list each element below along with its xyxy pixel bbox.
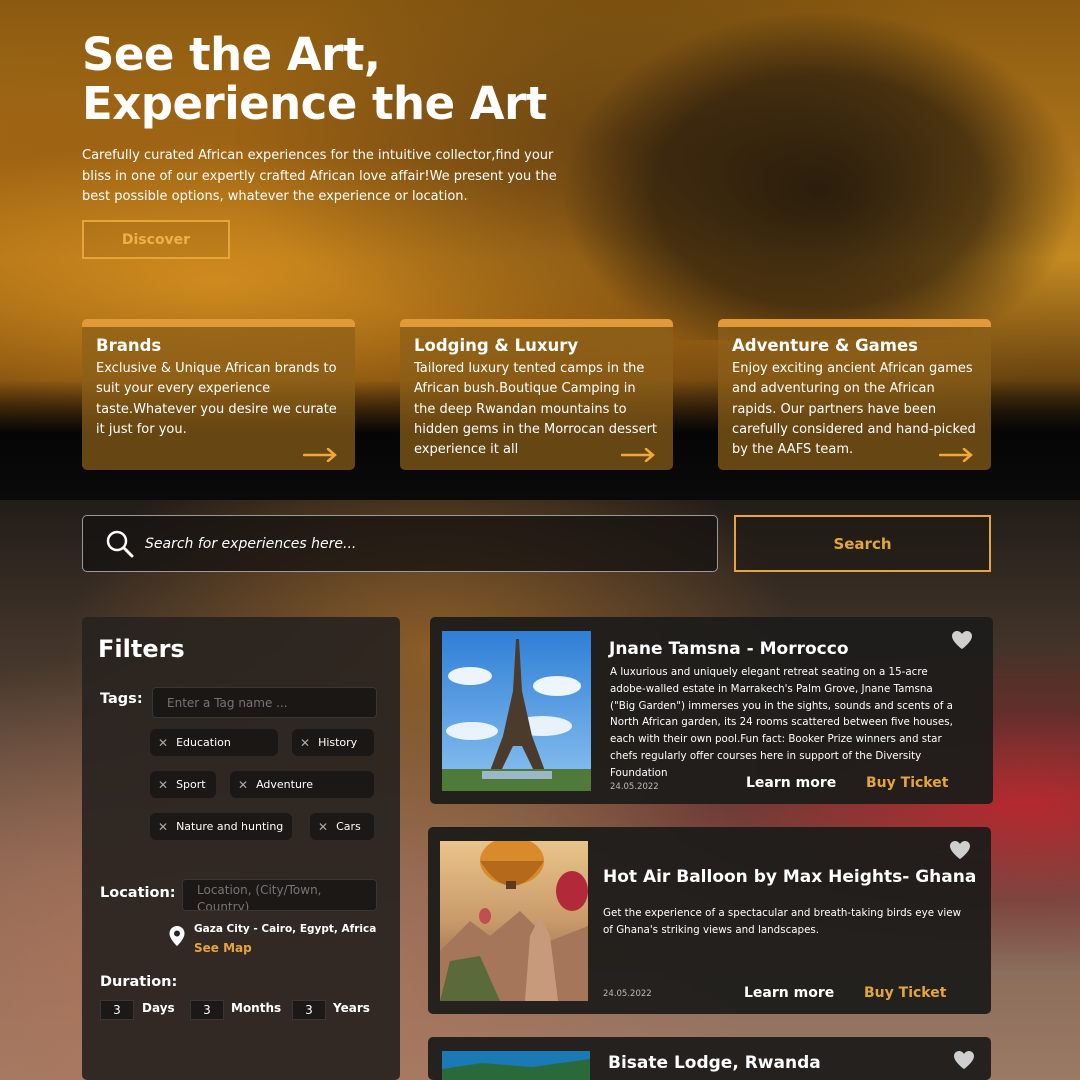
search-button[interactable]: Search bbox=[734, 515, 991, 572]
tag-chip[interactable]: ✕ Cars bbox=[310, 813, 374, 840]
hero-title-line-2: Experience the Art bbox=[82, 77, 547, 130]
current-location: Gaza City - Cairo, Egypt, Africa bbox=[194, 923, 377, 935]
see-map-link[interactable]: See Map bbox=[194, 941, 252, 955]
discover-button[interactable]: Discover bbox=[82, 220, 230, 259]
hero-description: Carefully curated African experiences fo… bbox=[82, 148, 557, 204]
tag-label: Nature and hunting bbox=[176, 820, 284, 833]
card-text: Enjoy exciting ancient African games and… bbox=[732, 361, 976, 458]
card-adventure-games[interactable]: Adventure & Games Enjoy exciting ancient… bbox=[718, 319, 991, 470]
location-pin-icon bbox=[169, 926, 185, 946]
result-description: A luxurious and uniquely elegant retreat… bbox=[610, 666, 953, 779]
buy-ticket-link[interactable]: Buy Ticket bbox=[866, 775, 948, 791]
days-input[interactable]: 3 bbox=[100, 1000, 134, 1020]
tag-input[interactable] bbox=[152, 687, 377, 718]
result-title[interactable]: Hot Air Balloon by Max Heights- Ghana bbox=[603, 867, 976, 887]
eiffel-tower-image bbox=[442, 631, 591, 791]
hot-air-balloon-image bbox=[440, 841, 588, 1001]
result-card-hot-air-balloon[interactable]: Hot Air Balloon by Max Heights- Ghana Ge… bbox=[428, 827, 991, 1014]
result-description: Get the experience of a spectacular and … bbox=[603, 907, 962, 936]
tag-chip[interactable]: ✕ Adventure bbox=[230, 771, 374, 798]
years-input[interactable]: 3 bbox=[292, 1000, 326, 1020]
filters-panel: Filters Tags: ✕ Education ✕ History ✕ Sport… bbox=[82, 617, 400, 1080]
close-icon[interactable]: ✕ bbox=[158, 736, 168, 750]
duration-label: Duration: bbox=[100, 974, 178, 990]
location-label: Location: bbox=[100, 885, 176, 901]
learn-more-link[interactable]: Learn more bbox=[744, 985, 834, 1001]
arrow-right-icon[interactable] bbox=[939, 448, 973, 462]
card-title: Brands bbox=[96, 336, 162, 355]
card-title: Lodging & Luxury bbox=[414, 336, 579, 355]
search-icon bbox=[106, 530, 134, 557]
search-input[interactable] bbox=[145, 535, 685, 552]
card-text: Exclusive & Unique African brands to sui… bbox=[96, 361, 337, 437]
months-label: Months bbox=[231, 1001, 282, 1015]
heart-icon[interactable] bbox=[951, 630, 973, 650]
arrow-right-icon[interactable] bbox=[621, 448, 655, 462]
heart-icon[interactable] bbox=[953, 1050, 975, 1070]
tag-chip[interactable]: ✕ Education bbox=[150, 729, 278, 756]
close-icon[interactable]: ✕ bbox=[158, 778, 168, 792]
tag-label: Cars bbox=[336, 820, 361, 833]
hero-title-line-1: See the Art, bbox=[82, 28, 381, 81]
tag-chip[interactable]: ✕ Sport bbox=[150, 771, 216, 798]
tag-label: Education bbox=[176, 736, 231, 749]
card-title: Adventure & Games bbox=[732, 336, 918, 355]
buy-ticket-link[interactable]: Buy Ticket bbox=[864, 985, 946, 1001]
card-brands[interactable]: Brands Exclusive & Unique African brands… bbox=[82, 319, 355, 470]
result-date: 24.05.2022 bbox=[610, 782, 659, 792]
result-date: 24.05.2022 bbox=[603, 989, 652, 999]
heart-icon[interactable] bbox=[949, 840, 971, 860]
learn-more-link[interactable]: Learn more bbox=[746, 775, 836, 791]
result-title[interactable]: Bisate Lodge, Rwanda bbox=[608, 1053, 821, 1073]
tag-label: History bbox=[318, 736, 358, 749]
hero-title: See the Art, Experience the Art bbox=[82, 30, 682, 128]
tag-chip[interactable]: ✕ Nature and hunting bbox=[150, 813, 292, 840]
close-icon[interactable]: ✕ bbox=[300, 736, 310, 750]
years-label: Years bbox=[333, 1001, 370, 1015]
search-bar[interactable] bbox=[82, 515, 718, 572]
filters-title: Filters bbox=[98, 635, 185, 663]
tag-label: Adventure bbox=[256, 778, 313, 791]
close-icon[interactable]: ✕ bbox=[158, 820, 168, 834]
tag-label: Sport bbox=[176, 778, 206, 791]
card-lodging-luxury[interactable]: Lodging & Luxury Tailored luxury tented … bbox=[400, 319, 673, 470]
bisate-lodge-image bbox=[442, 1051, 590, 1080]
card-text: Tailored luxury tented camps in the Afri… bbox=[414, 361, 658, 458]
days-label: Days bbox=[142, 1001, 175, 1015]
result-title[interactable]: Jnane Tamsna - Morrocco bbox=[609, 639, 849, 659]
result-card-jnane-tamsna[interactable]: Jnane Tamsna - Morrocco A luxurious and … bbox=[430, 617, 993, 804]
location-input[interactable] bbox=[182, 879, 377, 911]
tag-chip[interactable]: ✕ History bbox=[292, 729, 374, 756]
close-icon[interactable]: ✕ bbox=[318, 820, 328, 834]
arrow-right-icon[interactable] bbox=[303, 448, 337, 462]
close-icon[interactable]: ✕ bbox=[238, 778, 248, 792]
tags-label: Tags: bbox=[100, 691, 143, 707]
months-input[interactable]: 3 bbox=[190, 1000, 224, 1020]
result-card-bisate-lodge[interactable]: Bisate Lodge, Rwanda bbox=[428, 1037, 991, 1080]
